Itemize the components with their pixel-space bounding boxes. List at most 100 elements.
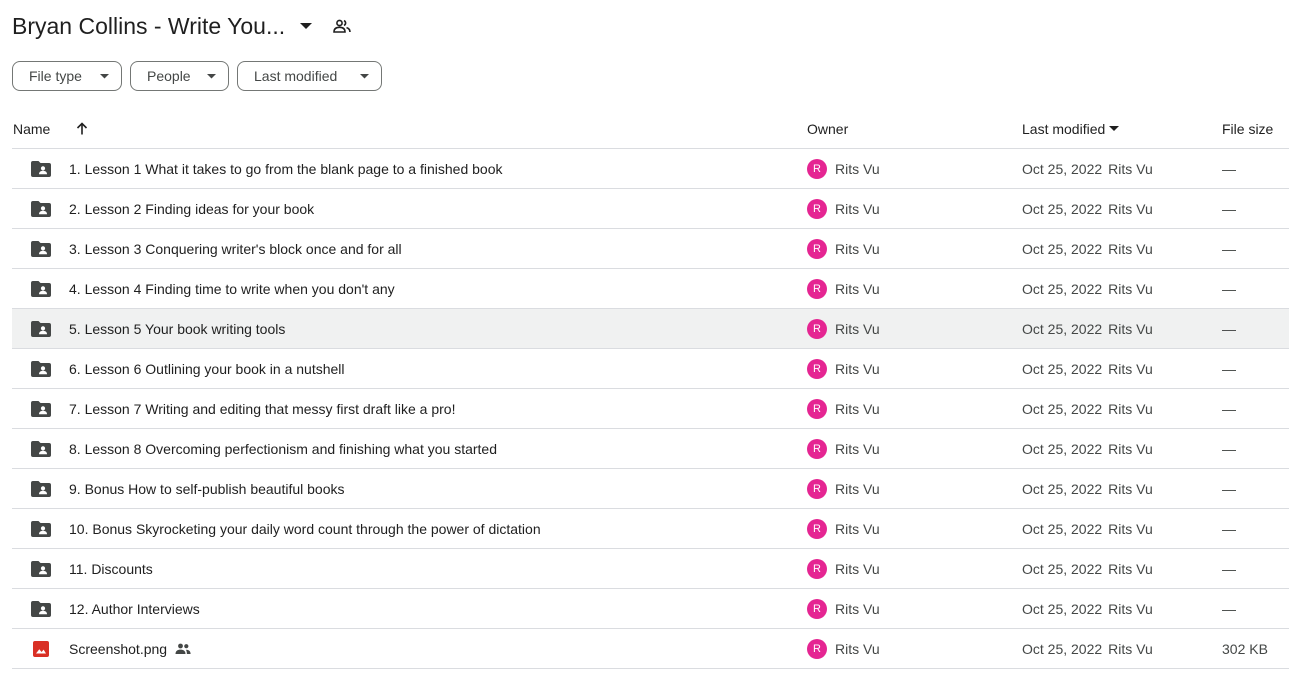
- owner-name: Rits Vu: [835, 520, 880, 537]
- file-row[interactable]: 2. Lesson 2 Finding ideas for your book R…: [12, 189, 1289, 229]
- file-row[interactable]: 4. Lesson 4 Finding time to write when y…: [12, 269, 1289, 309]
- modified-by: Rits Vu: [1108, 320, 1153, 337]
- file-size: —: [1222, 400, 1236, 417]
- owner-cell: R Rits Vu: [807, 349, 880, 388]
- owner-avatar[interactable]: R: [807, 198, 827, 219]
- owner-avatar[interactable]: R: [807, 558, 827, 579]
- file-list-header: Name Owner Last modified File size: [12, 109, 1289, 149]
- shared-folder-icon: [31, 389, 51, 428]
- modified-by: Rits Vu: [1108, 400, 1153, 417]
- file-name[interactable]: 2. Lesson 2 Finding ideas for your book: [69, 189, 314, 228]
- owner-avatar[interactable]: R: [807, 438, 827, 459]
- column-header-name[interactable]: Name: [13, 109, 50, 148]
- owner-avatar[interactable]: R: [807, 518, 827, 539]
- modified-date: Oct 25, 2022: [1022, 400, 1103, 417]
- file-row[interactable]: 3. Lesson 3 Conquering writer's block on…: [12, 229, 1289, 269]
- file-row[interactable]: 7. Lesson 7 Writing and editing that mes…: [12, 389, 1289, 429]
- file-name[interactable]: 3. Lesson 3 Conquering writer's block on…: [69, 229, 402, 268]
- file-name[interactable]: 8. Lesson 8 Overcoming perfectionism and…: [69, 429, 497, 468]
- file-type-filter[interactable]: File type: [12, 61, 122, 91]
- file-row[interactable]: 8. Lesson 8 Overcoming perfectionism and…: [12, 429, 1289, 469]
- file-size: —: [1222, 200, 1236, 217]
- owner-avatar[interactable]: R: [807, 358, 827, 379]
- file-name[interactable]: 10. Bonus Skyrocketing your daily word c…: [69, 509, 541, 548]
- file-name-text: 10. Bonus Skyrocketing your daily word c…: [69, 520, 541, 537]
- last-modified-cell: Oct 25, 2022 Rits Vu: [1022, 589, 1153, 628]
- owner-avatar[interactable]: R: [807, 158, 827, 179]
- owner-avatar[interactable]: R: [807, 278, 827, 299]
- file-name[interactable]: 1. Lesson 1 What it takes to go from the…: [69, 149, 503, 188]
- arrow-drop-down-icon: [207, 73, 216, 79]
- modified-by: Rits Vu: [1108, 520, 1153, 537]
- people-filter[interactable]: People: [130, 61, 229, 91]
- file-name[interactable]: 4. Lesson 4 Finding time to write when y…: [69, 269, 395, 308]
- modified-date: Oct 25, 2022: [1022, 160, 1103, 177]
- column-header-last-modified[interactable]: Last modified: [1022, 109, 1120, 148]
- modified-date: Oct 25, 2022: [1022, 360, 1103, 377]
- owner-name: Rits Vu: [835, 440, 880, 457]
- sort-arrow-up-icon[interactable]: [74, 109, 90, 148]
- file-row[interactable]: 5. Lesson 5 Your book writing tools R Rits…: [12, 309, 1289, 349]
- owner-name: Rits Vu: [835, 560, 880, 577]
- owner-name: Rits Vu: [835, 360, 880, 377]
- file-name[interactable]: Screenshot.png: [69, 629, 191, 668]
- column-header-owner[interactable]: Owner: [807, 109, 848, 148]
- owner-avatar[interactable]: R: [807, 638, 827, 659]
- owner-name: Rits Vu: [835, 600, 880, 617]
- last-modified-filter-label: Last modified: [254, 68, 338, 84]
- last-modified-cell: Oct 25, 2022 Rits Vu: [1022, 309, 1153, 348]
- file-name[interactable]: 12. Author Interviews: [69, 589, 200, 628]
- shared-folder-icon: [31, 229, 51, 268]
- file-size: —: [1222, 600, 1236, 617]
- file-row[interactable]: Screenshot.png R Rits Vu Oct 25, 2022 Rits V…: [12, 629, 1289, 669]
- modified-by: Rits Vu: [1108, 560, 1153, 577]
- modified-date: Oct 25, 2022: [1022, 640, 1103, 657]
- people-outline-icon[interactable]: [331, 15, 353, 37]
- modified-date: Oct 25, 2022: [1022, 240, 1103, 257]
- file-type-filter-label: File type: [29, 68, 82, 84]
- arrow-drop-down-icon[interactable]: [295, 15, 317, 37]
- file-name[interactable]: 9. Bonus How to self-publish beautiful b…: [69, 469, 345, 508]
- owner-name: Rits Vu: [835, 280, 880, 297]
- file-name-text: 3. Lesson 3 Conquering writer's block on…: [69, 240, 402, 257]
- last-modified-filter[interactable]: Last modified: [237, 61, 382, 91]
- file-name-text: 7. Lesson 7 Writing and editing that mes…: [69, 400, 456, 417]
- owner-cell: R Rits Vu: [807, 469, 880, 508]
- file-name[interactable]: 7. Lesson 7 Writing and editing that mes…: [69, 389, 455, 428]
- title-row: Bryan Collins - Write You...: [12, 8, 353, 44]
- arrow-drop-down-icon: [360, 73, 369, 79]
- shared-folder-icon: [31, 149, 51, 188]
- modified-by: Rits Vu: [1108, 600, 1153, 617]
- file-name[interactable]: 5. Lesson 5 Your book writing tools: [69, 309, 285, 348]
- file-row[interactable]: 1. Lesson 1 What it takes to go from the…: [12, 149, 1289, 189]
- modified-by: Rits Vu: [1108, 160, 1153, 177]
- modified-by: Rits Vu: [1108, 280, 1153, 297]
- shared-people-icon: [175, 643, 191, 654]
- file-row[interactable]: 12. Author Interviews R Rits Vu Oct 25, 202…: [12, 589, 1289, 629]
- owner-avatar[interactable]: R: [807, 318, 827, 339]
- file-name-text: 6. Lesson 6 Outlining your book in a nut…: [69, 360, 345, 377]
- owner-cell: R Rits Vu: [807, 269, 880, 308]
- modified-by: Rits Vu: [1108, 480, 1153, 497]
- file-row[interactable]: 9. Bonus How to self-publish beautiful b…: [12, 469, 1289, 509]
- last-modified-cell: Oct 25, 2022 Rits Vu: [1022, 429, 1153, 468]
- file-name-text: 11. Discounts: [69, 560, 153, 577]
- modified-date: Oct 25, 2022: [1022, 200, 1103, 217]
- file-row[interactable]: 10. Bonus Skyrocketing your daily word c…: [12, 509, 1289, 549]
- file-size: —: [1222, 320, 1236, 337]
- file-row[interactable]: 11. Discounts R Rits Vu Oct 25, 2022 Rits Vu…: [12, 549, 1289, 589]
- modified-date: Oct 25, 2022: [1022, 600, 1103, 617]
- file-list-rows: 1. Lesson 1 What it takes to go from the…: [12, 149, 1289, 669]
- column-header-file-size[interactable]: File size: [1222, 109, 1273, 148]
- owner-avatar[interactable]: R: [807, 478, 827, 499]
- owner-avatar[interactable]: R: [807, 238, 827, 259]
- owner-cell: R Rits Vu: [807, 309, 880, 348]
- modified-by: Rits Vu: [1108, 200, 1153, 217]
- file-name[interactable]: 11. Discounts: [69, 549, 153, 588]
- folder-title[interactable]: Bryan Collins - Write You...: [12, 13, 285, 40]
- file-name[interactable]: 6. Lesson 6 Outlining your book in a nut…: [69, 349, 345, 388]
- file-row[interactable]: 6. Lesson 6 Outlining your book in a nut…: [12, 349, 1289, 389]
- modified-date: Oct 25, 2022: [1022, 280, 1103, 297]
- owner-avatar[interactable]: R: [807, 398, 827, 419]
- owner-avatar[interactable]: R: [807, 598, 827, 619]
